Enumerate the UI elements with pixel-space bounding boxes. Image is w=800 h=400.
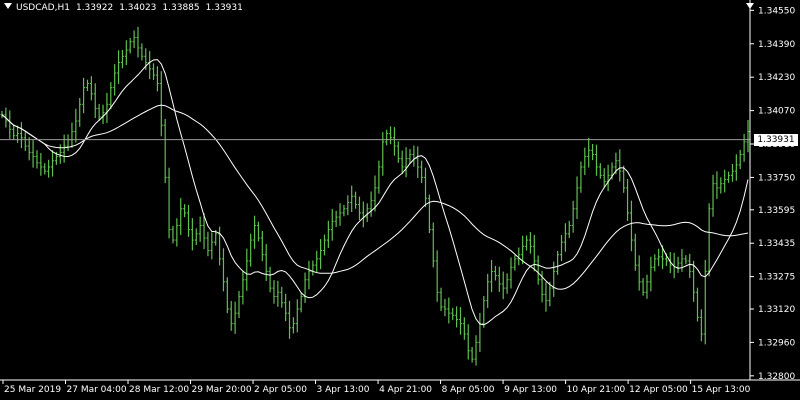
time-tick-label: 2 Apr 05:00 bbox=[254, 385, 307, 395]
time-tick-label: 8 Apr 05:00 bbox=[442, 385, 495, 395]
high-value: 1.34023 bbox=[119, 3, 157, 13]
scroll-down-triangle-icon[interactable] bbox=[746, 3, 754, 9]
chart-header: USDCAD,H1 1.33922 1.34023 1.33885 1.33931 bbox=[4, 2, 243, 14]
price-bars bbox=[0, 26, 750, 366]
price-tick-label: 1.33435 bbox=[758, 239, 795, 249]
price-tick-label: 1.33595 bbox=[758, 206, 795, 216]
price-tick-label: 1.33275 bbox=[758, 273, 795, 283]
time-tick-label: 10 Apr 21:00 bbox=[567, 385, 626, 395]
price-tick-label: 1.34550 bbox=[758, 6, 795, 16]
time-tick-label: 9 Apr 13:00 bbox=[504, 385, 557, 395]
time-tick-label: 25 Mar 2019 bbox=[4, 385, 61, 395]
chart-menu-triangle-icon[interactable] bbox=[4, 3, 12, 9]
time-tick-label: 15 Apr 13:00 bbox=[692, 385, 751, 395]
close-value: 1.33931 bbox=[205, 3, 243, 13]
open-value: 1.33922 bbox=[75, 3, 114, 13]
time-tick-label: 27 Mar 04:00 bbox=[67, 385, 127, 395]
price-tick-label: 1.34070 bbox=[758, 107, 795, 117]
time-tick-label: 3 Apr 13:00 bbox=[317, 385, 370, 395]
price-tick-label: 1.33120 bbox=[758, 305, 795, 315]
axes bbox=[0, 0, 800, 384]
symbol-label: USDCAD,H1 bbox=[16, 3, 70, 13]
time-axis[interactable]: 25 Mar 2019 27 Mar 04:00 28 Mar 12:00 29 Ma… bbox=[4, 385, 751, 395]
price-chart[interactable]: 1.345501.343901.342301.340701.339101.337… bbox=[0, 0, 800, 400]
price-tick-label: 1.34390 bbox=[758, 40, 795, 50]
time-tick-label: 12 Apr 05:00 bbox=[629, 385, 688, 395]
price-tick-label: 1.34230 bbox=[758, 73, 795, 83]
time-tick-label: 4 Apr 21:00 bbox=[379, 385, 432, 395]
low-value: 1.33885 bbox=[162, 3, 200, 13]
time-tick-label: 29 Mar 20:00 bbox=[192, 385, 252, 395]
price-tick-label: 1.32800 bbox=[758, 372, 795, 382]
chart-window[interactable]: 1.345501.343901.342301.340701.339101.337… bbox=[0, 0, 800, 400]
current-price-badge: 1.33931 bbox=[754, 133, 798, 146]
price-axis[interactable]: 1.345501.343901.342301.340701.339101.337… bbox=[758, 6, 795, 381]
time-tick-label: 28 Mar 12:00 bbox=[129, 385, 189, 395]
price-tick-label: 1.32960 bbox=[758, 338, 795, 348]
price-tick-label: 1.33750 bbox=[758, 173, 795, 183]
